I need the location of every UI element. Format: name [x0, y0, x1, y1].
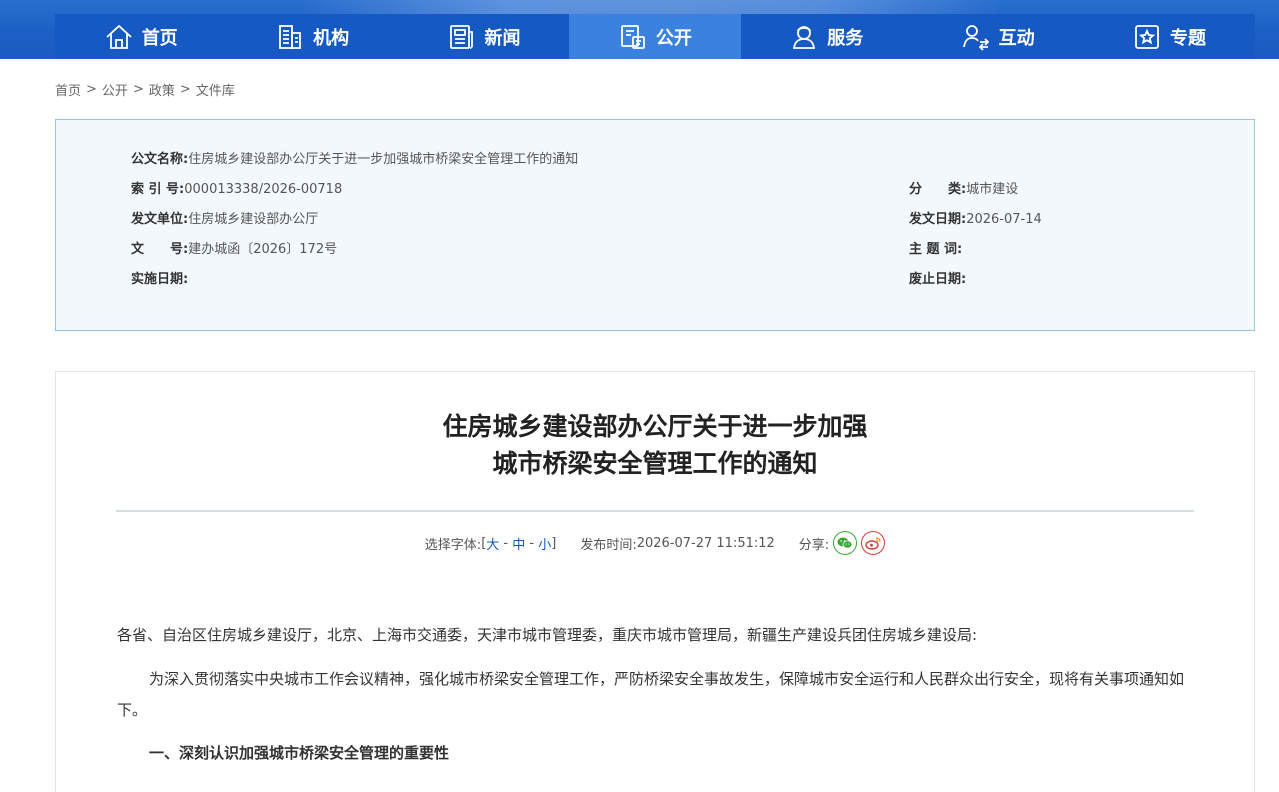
info-index-number: 索 引 号:000013338/2026-00718 — [131, 180, 342, 200]
wechat-share-icon[interactable] — [833, 531, 858, 555]
info-issue-date-value: 2026-07-14 — [966, 212, 1042, 227]
share-label: 分享: — [798, 537, 830, 553]
info-doc-number-value: 建办城函〔2026〕172号 — [188, 242, 338, 257]
info-repeal-label: 废止日期: — [909, 272, 967, 287]
nav-item-label: 互动 — [998, 27, 1035, 49]
info-index-label: 索 引 号: — [131, 182, 185, 197]
nav-item-interaction[interactable]: 互动 — [912, 14, 1083, 59]
info-doc-name: 公文名称:住房城乡建设部办公厅关于进一步加强城市桥梁安全管理工作的通知 — [131, 150, 578, 170]
main-nav: 首页 机构 新闻 公开 服务 互动 专题 — [55, 14, 1255, 59]
breadcrumb-separator: > — [179, 82, 191, 97]
info-issuer: 发文单位:住房城乡建设部办公厅 — [131, 210, 318, 230]
info-category-label: 分 类: — [909, 182, 967, 197]
font-size-medium-link[interactable]: 中 — [512, 534, 525, 553]
article-greeting: 各省、自治区住房城乡建设厅，北京、上海市交通委，天津市城市管理委，重庆市城市管理… — [117, 626, 978, 644]
breadcrumb-disclosure[interactable]: 公开 — [102, 80, 128, 99]
article-panel: 住房城乡建设部办公厅关于进一步加强 城市桥梁安全管理工作的通知 选择字体: [ … — [55, 371, 1255, 792]
document-info-box: 公文名称:住房城乡建设部办公厅关于进一步加强城市桥梁安全管理工作的通知 索 引 … — [55, 119, 1255, 331]
article-title-line-2: 城市桥梁安全管理工作的通知 — [492, 449, 818, 478]
breadcrumb: 首页 > 公开 > 政策 > 文件库 — [55, 80, 235, 99]
info-subject-label: 主 题 词: — [909, 242, 963, 257]
info-category-value: 城市建设 — [966, 182, 1019, 197]
building-icon — [279, 24, 301, 49]
nav-item-label: 新闻 — [484, 27, 521, 49]
star-icon — [1135, 24, 1159, 49]
info-index-value: 000013338/2026-00718 — [184, 182, 343, 197]
disclosure-icon — [620, 24, 645, 49]
info-issue-date-label: 发文日期: — [909, 212, 967, 227]
font-size-bracket-close: ] — [551, 535, 557, 551]
font-size-label: 选择字体: — [424, 537, 482, 553]
info-issuer-value: 住房城乡建设部办公厅 — [188, 212, 319, 227]
weibo-icon — [865, 537, 881, 550]
breadcrumb-policy[interactable]: 政策 — [149, 80, 175, 99]
title-divider — [116, 510, 1194, 512]
nav-item-service[interactable]: 服务 — [741, 14, 912, 59]
nav-item-label: 机构 — [313, 27, 350, 49]
font-size-small-link[interactable]: 小 — [538, 534, 551, 553]
publish-time-label: 发布时间: — [580, 537, 637, 553]
info-doc-number-label: 文 号: — [131, 242, 189, 257]
wechat-icon — [837, 537, 853, 549]
info-subject-words: 主 题 词: — [909, 240, 962, 260]
breadcrumb-file-library[interactable]: 文件库 — [196, 80, 235, 99]
font-size-large-link[interactable]: 大 — [486, 534, 499, 553]
info-effective-date: 实施日期: — [131, 270, 188, 290]
weibo-share-icon[interactable] — [861, 531, 886, 555]
breadcrumb-separator: > — [86, 82, 97, 97]
info-effective-label: 实施日期: — [131, 272, 189, 287]
nav-item-home[interactable]: 首页 — [55, 14, 226, 59]
nav-item-organization[interactable]: 机构 — [226, 14, 397, 59]
font-size-dash: - — [525, 535, 539, 551]
info-repeal-date: 废止日期: — [909, 270, 966, 290]
nav-item-label: 公开 — [655, 27, 692, 49]
breadcrumb-separator: > — [132, 82, 144, 97]
article-intro-paragraph: 为深入贯彻落实中央城市工作会议精神，强化城市桥梁安全管理工作，严防桥梁安全事故发… — [117, 670, 1185, 719]
info-issuer-label: 发文单位: — [131, 212, 189, 227]
article-title: 住房城乡建设部办公厅关于进一步加强 城市桥梁安全管理工作的通知 — [56, 408, 1254, 482]
nav-item-disclosure[interactable]: 公开 — [569, 14, 741, 59]
article-title-line-1: 住房城乡建设部办公厅关于进一步加强 — [442, 412, 868, 441]
article-meta-bar: 选择字体: [ 大 - 中 - 小 ] 发布时间: 2026-07-27 11:… — [56, 529, 1254, 557]
service-icon — [793, 25, 816, 49]
info-doc-name-label: 公文名称: — [131, 152, 189, 167]
nav-item-label: 首页 — [141, 27, 178, 49]
info-doc-number: 文 号:建办城函〔2026〕172号 — [131, 240, 337, 260]
info-doc-name-value: 住房城乡建设部办公厅关于进一步加强城市桥梁安全管理工作的通知 — [188, 152, 579, 167]
news-icon — [450, 24, 474, 49]
breadcrumb-home[interactable]: 首页 — [55, 80, 81, 99]
nav-item-label: 专题 — [1170, 27, 1207, 49]
nav-item-news[interactable]: 新闻 — [398, 14, 569, 59]
article-section-heading: 一、深刻认识加强城市桥梁安全管理的重要性 — [149, 744, 450, 762]
info-issue-date: 发文日期:2026-07-14 — [909, 210, 1042, 230]
info-category: 分 类:城市建设 — [909, 180, 1018, 200]
font-size-dash: - — [499, 535, 513, 551]
publish-time-value: 2026-07-27 11:51:12 — [636, 535, 775, 551]
interaction-icon — [962, 24, 989, 51]
nav-item-topics[interactable]: 专题 — [1083, 14, 1254, 59]
home-icon — [106, 24, 132, 49]
nav-item-label: 服务 — [827, 27, 864, 49]
